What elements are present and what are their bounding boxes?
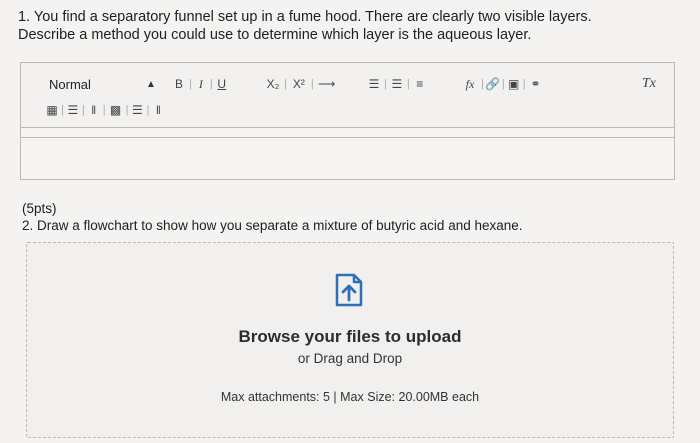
answer-text-area[interactable] [21,137,674,179]
special-chars-icon[interactable]: ▩ [108,101,124,119]
editor-toolbar: Normal ▲ B | I | U X₂ | X² | ⟶ ☰ | ☰ | ≡… [21,63,674,128]
arrow-icon[interactable]: ⟶ [316,75,338,93]
bold-button[interactable]: B [171,75,187,93]
underline-button[interactable]: U [215,75,229,93]
select-arrows-icon: ▲ [146,78,156,90]
paragraph-format-select[interactable]: Normal ▲ [49,75,169,93]
text-columns-icon[interactable]: ‖ [87,101,101,119]
align-left-icon[interactable]: ☰ [366,75,382,93]
indent-icon[interactable]: ☰ [130,101,144,119]
question-1-text: 1. You find a separatory funnel set up i… [18,8,678,44]
browse-files-link[interactable]: Browse your files to upload [27,327,673,347]
embed-icon[interactable]: ⚭ [528,75,544,93]
table-icon[interactable]: ▦ [45,101,59,119]
outdent-icon[interactable]: ‖ [151,101,165,119]
align-center-icon[interactable]: ☰ [389,75,405,93]
attachment-limits: Max attachments: 5 | Max Size: 20.00MB e… [220,390,480,404]
clear-format-button[interactable]: Tx [642,75,656,93]
file-upload-icon [335,273,363,307]
file-upload-dropzone[interactable]: Browse your files to upload or Drag and … [26,242,674,438]
link-icon[interactable]: 🔗 [485,75,500,93]
superscript-button[interactable]: X² [289,75,309,93]
question-2-prompt: 2. Draw a flowchart to show how you sepa… [22,218,523,233]
question-2-text: (5pts) 2. Draw a flowchart to show how y… [22,200,523,234]
ordered-list-icon[interactable]: ☰ [66,101,80,119]
drag-drop-label: or Drag and Drop [297,351,403,366]
align-justify-icon[interactable]: ≡ [412,75,428,93]
question-2-points: (5pts) [22,201,57,216]
rich-text-editor: Normal ▲ B | I | U X₂ | X² | ⟶ ☰ | ☰ | ≡… [20,62,675,180]
question-1-line-2: Describe a method you could use to deter… [18,27,532,43]
subscript-button[interactable]: X₂ [264,75,282,93]
paragraph-format-value: Normal [49,76,91,92]
image-icon[interactable]: ▣ [507,75,521,93]
italic-button[interactable]: I [194,75,208,93]
formula-button[interactable]: fx [461,75,479,93]
question-1-line-1: 1. You find a separatory funnel set up i… [18,9,592,25]
